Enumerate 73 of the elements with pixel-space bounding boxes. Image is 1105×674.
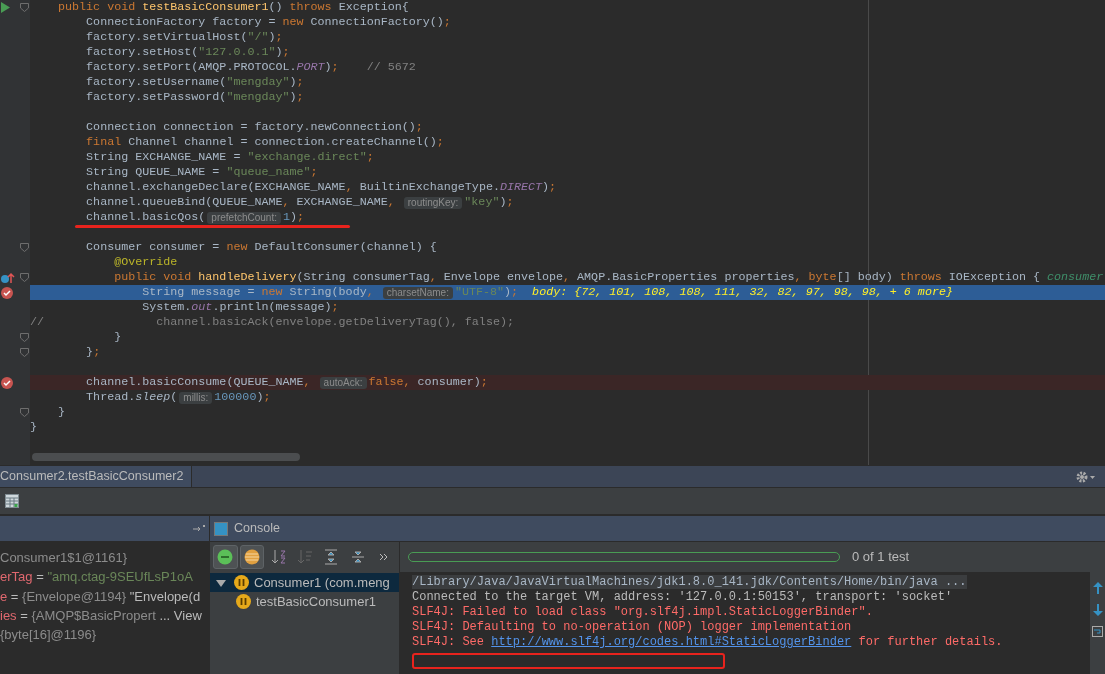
- code-line: String EXCHANGE_NAME = "exchange.direct";: [85, 150, 374, 165]
- stripes-icon: [244, 549, 261, 565]
- collapse-icon: [349, 549, 366, 565]
- code-line: channel.basicQos( prefetchCount: 1);: [85, 210, 304, 225]
- console-line: SLF4J: See: [412, 635, 485, 649]
- code-line: channel.exchangeDeclare(EXCHANGE_NAME, BuiltinExchangeType.DIRECT);: [85, 180, 557, 195]
- code-line: System.out.println(message);: [141, 300, 339, 315]
- variable-row[interactable]: {byte[16]@1196}: [0, 625, 209, 645]
- toolbar-button[interactable]: [213, 545, 238, 569]
- more-icon: [378, 553, 389, 561]
- expand-arrow-icon[interactable]: [216, 577, 226, 588]
- toolbar-button[interactable]: [239, 545, 265, 569]
- fold-icon[interactable]: [20, 408, 29, 417]
- pause-icon: [236, 594, 251, 609]
- code-line: public void testBasicConsumer1() throws Exception{: [57, 0, 409, 15]
- code-line: Consumer consumer = new DefaultConsumer(channel) {: [85, 240, 437, 255]
- console-line: Connected to the target VM, address: '127.0.0.1:50153', transport: 'socket': [412, 590, 953, 604]
- fold-icon[interactable]: [20, 3, 29, 12]
- variable-row[interactable]: ies = {AMQP$BasicPropert ... View: [0, 605, 209, 626]
- code-line: Thread.sleep( millis: 100000);: [85, 390, 271, 405]
- run-tab[interactable]: Consumer2.testBasicConsumer2: [0, 466, 193, 487]
- variable-row[interactable]: Consumer1$1@1161}: [0, 548, 209, 568]
- console-icon: [214, 521, 228, 536]
- breakpoint-icon[interactable]: [1, 376, 13, 389]
- code-line: // channel.basicAck(envelope.getDeliveryTag(), false);: [30, 315, 514, 330]
- code-line: factory.setHost("127.0.0.1");: [85, 45, 290, 60]
- code-line: factory.setUsername("mengday");: [85, 75, 304, 90]
- settings-icon[interactable]: [1075, 469, 1097, 484]
- fold-icon[interactable]: [20, 348, 29, 357]
- pause-icon: [234, 575, 249, 590]
- console-line: SLF4J: Failed to load class "org.slf4j.impl.StaticLoggerBinder".: [412, 605, 873, 619]
- override-icon[interactable]: [1, 271, 15, 284]
- code-line: @Override: [113, 255, 178, 270]
- scrollbar[interactable]: [32, 453, 300, 461]
- code-line: }: [30, 420, 37, 435]
- code-line: String message = new String(body, charsetName: "UTF-8"); body: {72, 101, 108, 108, 111, 32, 82, 97, 98, 98, + 6 more}: [141, 285, 953, 300]
- console-tab[interactable]: Console: [234, 519, 280, 538]
- console-line: for further details.: [857, 635, 1003, 649]
- code-line: factory.setVirtualHost("/");: [85, 30, 283, 45]
- code-line: factory.setPort(AMQP.PROTOCOL.PORT); // 5672: [85, 60, 416, 75]
- code-line: String QUEUE_NAME = "queue_name";: [85, 165, 318, 180]
- console-link[interactable]: http://www.slf4j.org/codes.html#StaticLoggerBinder: [491, 635, 852, 649]
- code-line: ConnectionFactory factory = new ConnectionFactory();: [85, 15, 451, 30]
- test-tree-item[interactable]: testBasicConsumer1: [210, 592, 399, 611]
- table-icon[interactable]: [5, 494, 19, 508]
- code-line: final Channel channel = connection.createChannel();: [85, 135, 444, 150]
- code-editor[interactable]: [0, 0, 1105, 465]
- code-line: public void handleDelivery(String consumerTag, Envelope envelope, AMQP.BasicProperties properties, byte[] body) throws IOException { consumer: [113, 270, 1104, 285]
- code-line: };: [85, 345, 101, 360]
- sort-icon: [270, 549, 287, 565]
- pin-icon[interactable]: [193, 524, 205, 533]
- expand-icon: [323, 549, 340, 565]
- code-line: }: [57, 405, 66, 420]
- fold-icon[interactable]: [20, 243, 29, 252]
- passed-icon: [217, 549, 234, 565]
- code-line: channel.queueBind(QUEUE_NAME, EXCHANGE_NAME, routingKey: "key");: [85, 195, 514, 210]
- fold-icon[interactable]: [20, 273, 29, 282]
- run-icon[interactable]: [1, 2, 10, 13]
- code-line: channel.basicConsume(QUEUE_NAME, autoAck: false, consumer);: [85, 375, 488, 390]
- down-arrow-icon[interactable]: [1092, 604, 1103, 616]
- code-line: Connection connection = factory.newConnection();: [85, 120, 423, 135]
- sort-icon: [296, 549, 313, 565]
- test-tree-item[interactable]: Consumer1 (com.meng: [210, 573, 399, 592]
- variable-row[interactable]: e = {Envelope@1194} "Envelope(d: [0, 586, 209, 606]
- wrap-icon[interactable]: [1092, 626, 1103, 637]
- console-line: SLF4J: Defaulting to no-operation (NOP) logger implementation: [412, 620, 852, 634]
- up-arrow-icon[interactable]: [1092, 582, 1103, 594]
- fold-icon[interactable]: [20, 333, 29, 342]
- code-line: }: [113, 330, 122, 345]
- code-line: factory.setPassword("mengday");: [85, 90, 304, 105]
- progress-label: 0 of 1 test: [852, 548, 910, 567]
- variable-row[interactable]: erTag = "amq.ctag-9SEUfLsP1oA: [0, 567, 209, 587]
- breakpoint-icon[interactable]: [1, 286, 13, 299]
